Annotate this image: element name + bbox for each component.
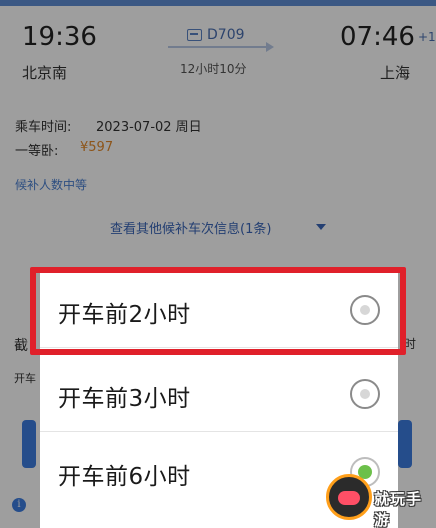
- radio-dot: [360, 389, 370, 399]
- highlight-box: [30, 267, 406, 355]
- radio-button[interactable]: [350, 379, 380, 409]
- gamepad-icon: [326, 474, 372, 520]
- option-label: 开车前3小时: [58, 386, 191, 412]
- watermark-text: 就玩手游: [374, 490, 423, 528]
- option-label: 开车前6小时: [58, 464, 191, 490]
- watermark-logo: 就玩手游: [326, 474, 436, 528]
- option-3-hours[interactable]: 开车前3小时: [40, 354, 398, 432]
